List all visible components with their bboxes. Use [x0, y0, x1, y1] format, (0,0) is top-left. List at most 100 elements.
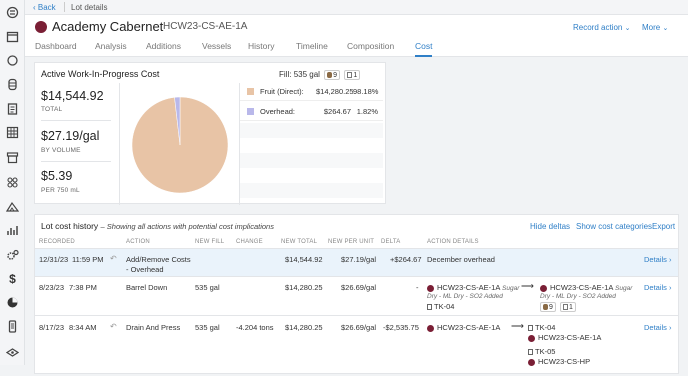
- table-row[interactable]: 8/23/23 7:38 PM Barrel Down 535 gal $14,…: [35, 277, 678, 316]
- legend-empty-row: [240, 183, 383, 198]
- row-delta: +$264.67: [390, 255, 422, 264]
- more-button[interactable]: More ⌄: [642, 23, 668, 32]
- chevron-right-icon: ›: [669, 255, 672, 264]
- export-link[interactable]: Export: [652, 222, 675, 231]
- col-new-fill[interactable]: NEW FILL: [195, 239, 224, 245]
- show-cost-categories-link[interactable]: Show cost categories: [576, 222, 652, 231]
- tab-analysis[interactable]: Analysis: [95, 41, 127, 55]
- per-gal-label: BY VOLUME: [41, 147, 81, 154]
- legend-row-fruit: Fruit (Direct): $14,280.25 98.18%: [240, 83, 383, 101]
- tab-composition[interactable]: Composition: [347, 41, 394, 55]
- top-bar: ‹ Back Lot details: [25, 0, 688, 15]
- row-per-unit: $27.19/gal: [341, 255, 377, 264]
- divider: [64, 2, 65, 12]
- chevron-right-icon: ›: [669, 323, 672, 332]
- tab-history[interactable]: History: [248, 41, 274, 55]
- breadcrumb: Lot details: [71, 3, 108, 12]
- table-row[interactable]: 12/31/23 11:59 PM ↶ Add/Remove Costs - O…: [35, 249, 678, 277]
- tab-dashboard[interactable]: Dashboard: [35, 41, 77, 55]
- legend-amount: $14,280.25: [316, 87, 354, 96]
- cost-history-card: Lot cost history – Showing all actions w…: [34, 214, 679, 374]
- details-link[interactable]: Details ›: [644, 283, 672, 292]
- record-action-button[interactable]: Record action ⌄: [573, 23, 630, 32]
- tab-vessels[interactable]: Vessels: [202, 41, 231, 55]
- details-link[interactable]: Details ›: [644, 255, 672, 264]
- legend-name: Fruit (Direct):: [260, 87, 304, 96]
- per-750-value: $5.39: [41, 169, 73, 183]
- to-vessel-2: TK-05: [528, 347, 555, 356]
- pie-icon[interactable]: [6, 296, 19, 309]
- tank-icon: [427, 304, 432, 311]
- lot-dot: [528, 334, 535, 342]
- legend-swatch: [247, 108, 254, 115]
- to-lot-code: HCW23-CS-AE-1A: [550, 283, 613, 292]
- lot-dot: [528, 358, 535, 366]
- chart-icon[interactable]: [6, 224, 19, 237]
- barrel-icon[interactable]: [6, 78, 19, 91]
- row-delta: -: [416, 283, 419, 292]
- dollar-icon[interactable]: $: [6, 272, 19, 285]
- circle-icon[interactable]: [6, 54, 19, 67]
- row-time: 7:38 PM: [69, 283, 97, 292]
- tab-additions[interactable]: Additions: [146, 41, 181, 55]
- calendar-icon[interactable]: [6, 30, 19, 43]
- wine-bottle-icon[interactable]: [6, 6, 19, 19]
- more-label: More: [642, 23, 661, 32]
- legend-name: Overhead:: [260, 107, 296, 116]
- tank-icon: [347, 72, 353, 78]
- from-vessel-name: TK-04: [434, 302, 455, 311]
- tank-count-badge: 1: [560, 302, 576, 313]
- col-action-details[interactable]: ACTION DETAILS: [427, 239, 479, 245]
- tab-cost[interactable]: Cost: [415, 41, 433, 57]
- vineyard-icon[interactable]: [6, 200, 19, 213]
- details-label: Details: [644, 323, 667, 332]
- from-lot-note: Sugar: [502, 285, 520, 292]
- table-row[interactable]: 8/17/23 8:34 AM ↶ Drain And Press 535 ga…: [35, 316, 678, 376]
- col-delta[interactable]: DELTA: [381, 239, 400, 245]
- fill-value: 535 gal: [293, 70, 320, 80]
- details-label: Details: [644, 255, 667, 264]
- back-link[interactable]: ‹ Back: [33, 3, 56, 12]
- phone-icon[interactable]: [6, 320, 19, 333]
- col-recorded[interactable]: RECORDED: [39, 239, 75, 245]
- col-action[interactable]: ACTION: [126, 239, 150, 245]
- total-value: $14,544.92: [41, 89, 104, 103]
- total-label: TOTAL: [41, 106, 63, 113]
- undo-icon[interactable]: ↶: [110, 254, 117, 263]
- grid-icon[interactable]: [6, 126, 19, 139]
- legend-percent: 1.82%: [356, 107, 378, 116]
- page-title: Academy Cabernet: [52, 19, 164, 34]
- legend-row-overhead: Overhead: $264.67 1.82%: [240, 103, 383, 121]
- gears-icon[interactable]: [6, 249, 19, 262]
- divider: [41, 161, 111, 162]
- history-title-text: Lot cost history: [41, 221, 99, 231]
- arrow-right-icon: ⟶: [511, 321, 524, 331]
- row-per-unit: $26.69/gal: [341, 323, 377, 332]
- row-action: Add/Remove Costs: [126, 255, 191, 264]
- cost-pie-chart: [120, 83, 240, 205]
- details-link[interactable]: Details ›: [644, 323, 672, 332]
- from-lot-note-2: Dry - ML Dry - SO2 Added: [427, 293, 503, 300]
- col-new-per-unit[interactable]: NEW PER UNIT: [328, 239, 374, 245]
- tank-icon: [528, 325, 533, 332]
- fill-label: Fill:: [279, 70, 292, 80]
- row-action: Barrel Down: [126, 283, 168, 292]
- hide-deltas-link[interactable]: Hide deltas: [530, 222, 570, 231]
- layers-icon[interactable]: [6, 346, 19, 359]
- col-change[interactable]: CHANGE: [236, 239, 263, 245]
- from-lot-code: HCW23-CS-AE-1A: [437, 323, 501, 332]
- legend-percent: 98.18%: [353, 87, 379, 96]
- col-new-total[interactable]: NEW TOTAL: [281, 239, 317, 245]
- legend-swatch: [247, 88, 254, 95]
- lot-dot: [427, 324, 434, 332]
- undo-icon[interactable]: ↶: [110, 322, 117, 331]
- row-time: 8:34 AM: [69, 323, 97, 332]
- cellar-icon[interactable]: [6, 176, 19, 189]
- per-750-label: PER 750 mL: [41, 187, 80, 194]
- tab-timeline[interactable]: Timeline: [296, 41, 328, 55]
- box-icon[interactable]: [6, 151, 19, 164]
- row-action-sub: - Overhead: [126, 265, 164, 274]
- to-lot-note: Sugar: [615, 285, 633, 292]
- row-action: Drain And Press: [126, 323, 181, 332]
- clipboard-icon[interactable]: [6, 102, 19, 115]
